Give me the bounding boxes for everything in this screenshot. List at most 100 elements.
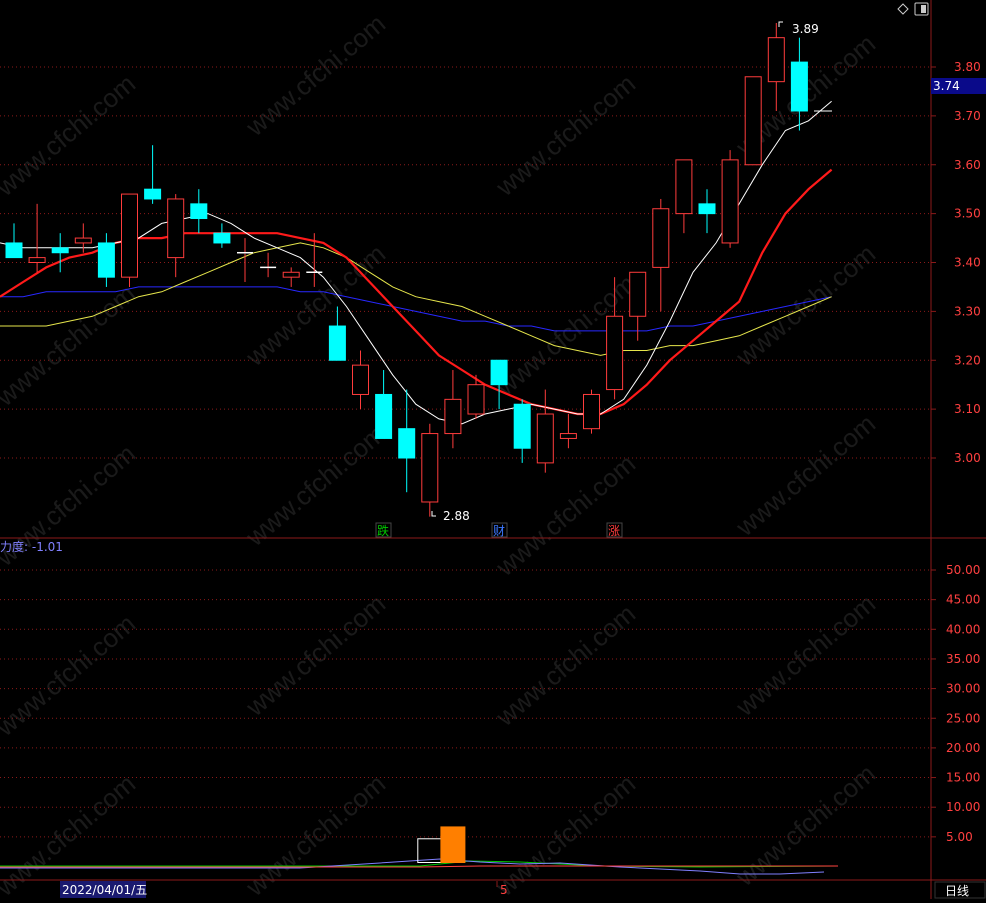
candle-body: [282, 271, 300, 278]
window-icon[interactable]: [914, 2, 929, 16]
current-price-label: 3.74: [933, 79, 960, 93]
kline-chart[interactable]: 3.89 2.88 跌 财 涨 3.80 3.70 3.60 3.50 3.40 3.30…: [0, 0, 986, 899]
candle-up: [606, 277, 624, 400]
indicator-tick-label: 10.00: [946, 800, 980, 814]
candle-down: [328, 306, 346, 361]
candle-body: [167, 198, 185, 259]
candle-up: [260, 252, 277, 278]
candle-body: [536, 413, 554, 464]
candle-body: [652, 208, 670, 268]
candle-up: [444, 370, 462, 449]
candle-body: [721, 159, 739, 244]
candle-body: [606, 315, 624, 391]
indicator-lines: [0, 858, 839, 875]
candle-body: [5, 242, 23, 259]
indicator-tick-label: 50.00: [946, 563, 980, 577]
indicator-bars: [417, 826, 466, 864]
candle-down: [5, 223, 23, 259]
candle-down: [490, 359, 508, 410]
candle-up: [767, 23, 785, 111]
candle-body: [121, 193, 138, 278]
candle-body: [790, 61, 808, 112]
candle-down: [790, 37, 808, 131]
candle-up: [167, 194, 185, 278]
high-price-label: 3.89: [792, 22, 819, 36]
indicator-tick-label: 25.00: [946, 711, 980, 725]
candle-body: [398, 428, 416, 459]
indicator-bar: [440, 826, 466, 863]
indicator-tick-label: 40.00: [946, 622, 980, 636]
period-button[interactable]: 日线: [934, 881, 986, 899]
low-arrow-icon: [431, 511, 436, 517]
candle-up: [652, 198, 670, 312]
candle-up: [121, 193, 138, 287]
candle-body: [190, 203, 208, 220]
event-marker-drop[interactable]: 跌: [375, 522, 392, 538]
candle-down: [698, 189, 716, 234]
candle-up: [744, 76, 762, 166]
candle-up: [675, 159, 693, 234]
candle-body: [467, 384, 485, 415]
price-axis-ticks: 3.80 3.70 3.60 3.50 3.40 3.30 3.20 3.10 3.00: [931, 60, 981, 465]
candle-up: [583, 389, 600, 434]
ma-blue-line: [0, 286, 832, 332]
candle-body: [583, 393, 600, 430]
high-annotation: 3.89: [778, 21, 819, 36]
price-tick-label: 3.60: [954, 158, 981, 172]
candle-body: [744, 76, 762, 166]
indicator-grid: [0, 569, 931, 838]
candle-body: [675, 159, 693, 215]
candle-body: [698, 203, 716, 215]
indicator-title: 力度: -1.01: [0, 539, 63, 554]
candle-body: [421, 433, 439, 503]
period-button-label: 日线: [945, 884, 969, 898]
candle-body: [767, 37, 785, 83]
event-marker-drop-label: 跌: [377, 523, 389, 538]
candle-body: [352, 364, 369, 395]
event-marker-rise-label: 涨: [608, 523, 620, 538]
candle-up: [559, 414, 577, 449]
diamond-icon[interactable]: [897, 3, 909, 15]
candle-body: [74, 237, 92, 244]
event-marker-finance-label: 财: [493, 524, 505, 538]
candle-down: [513, 399, 531, 463]
candle-up: [237, 238, 253, 283]
price-tick-label: 3.80: [954, 60, 981, 74]
price-tick-label: 3.30: [954, 304, 981, 318]
candle-up: [74, 223, 92, 253]
price-tick-label: 3.00: [954, 451, 981, 465]
month-label: 5: [500, 883, 508, 897]
indicator-tick-label: 15.00: [946, 771, 980, 785]
candle-body: [559, 433, 577, 439]
candle-down: [190, 189, 208, 234]
candle-up: [282, 267, 300, 287]
indicator-tick-label: 5.00: [946, 830, 973, 844]
candle-up: [352, 350, 369, 410]
event-marker-finance[interactable]: 财: [491, 522, 508, 538]
candle-up: [421, 423, 439, 517]
candle-body: [629, 271, 647, 317]
candle-body: [28, 257, 46, 263]
candlesticks: [5, 23, 808, 517]
indicator-tick-label: 20.00: [946, 741, 980, 755]
candle-down: [398, 389, 416, 493]
high-arrow-icon: [778, 21, 783, 27]
price-tick-label: 3.10: [954, 402, 981, 416]
candle-body: [97, 242, 115, 278]
candle-down: [375, 370, 393, 439]
candle-body: [51, 247, 69, 254]
candle-down: [144, 145, 162, 204]
event-marker-rise[interactable]: 涨: [606, 522, 623, 538]
candle-up: [28, 203, 46, 273]
price-tick-label: 3.50: [954, 207, 981, 221]
candle-body: [513, 403, 531, 449]
candle-body: [328, 325, 346, 361]
candle-body: [144, 188, 162, 200]
candle-body: [375, 393, 393, 439]
candle-down: [51, 233, 69, 273]
low-annotation: 2.88: [431, 509, 470, 523]
candle-up: [536, 389, 554, 473]
low-price-label: 2.88: [443, 509, 470, 523]
price-tick-label: 3.20: [954, 353, 981, 367]
indicator-tick-label: 45.00: [946, 593, 980, 607]
